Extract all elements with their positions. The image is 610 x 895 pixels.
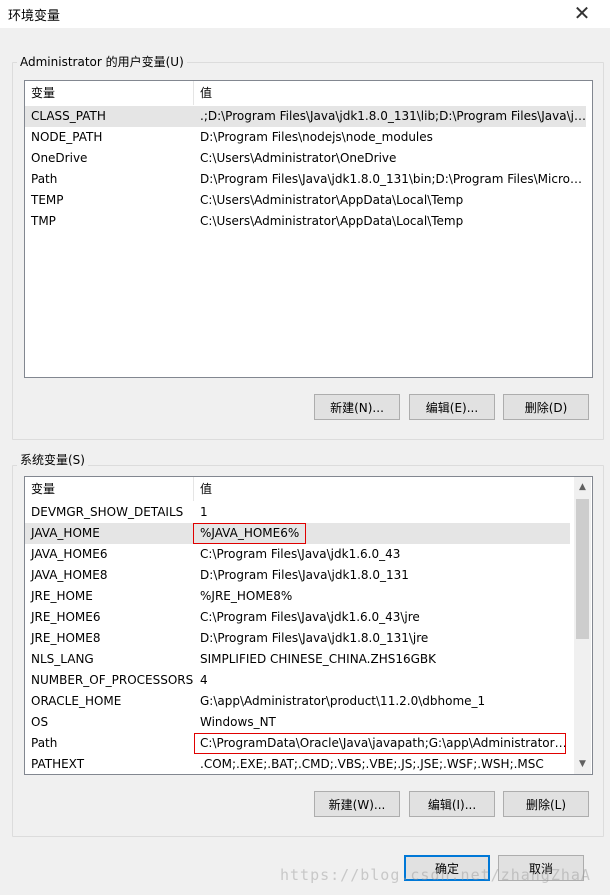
user-variables-list[interactable]: 变量 值 CLASS_PATH .;D:\Program Files\Java\j… [24,80,593,378]
variable-name: Path [31,736,58,750]
user-delete-button[interactable]: 删除(D) [503,394,589,420]
system-edit-button[interactable]: 编辑(I)... [409,791,495,817]
table-row[interactable]: JAVA_HOME6 C:\Program Files\Java\jdk1.6.0… [25,544,570,565]
table-row[interactable]: NUMBER_OF_PROCESSORS 4 [25,670,570,691]
variable-value: %JRE_HOME8% [200,589,293,603]
variable-value: C:\Users\Administrator\AppData\Local\Tem… [200,214,464,228]
variable-value: 1 [200,505,208,519]
list-header: 变量 值 [25,477,592,501]
system-variables-label: 系统变量(S) [17,451,88,468]
variable-name: OS [31,715,49,729]
table-row[interactable]: NLS_LANG SIMPLIFIED CHINESE_CHINA.ZHS16GB… [25,649,570,670]
variable-name: DEVMGR_SHOW_DETAILS [31,505,184,519]
variable-value: D:\Program Files\nodejs\node_modules [200,130,433,144]
variable-name: JRE_HOME8 [31,631,101,645]
variable-value: .COM;.EXE;.BAT;.CMD;.VBS;.VBE;.JS;.JSE;.… [200,757,544,771]
variable-name: NODE_PATH [31,130,103,144]
variable-value: Windows_NT [200,715,276,729]
variable-value: C:\Users\Administrator\AppData\Local\Tem… [200,193,464,207]
column-header-value[interactable]: 值 [194,477,212,501]
vertical-scrollbar[interactable]: ▲ ▼ [574,477,591,774]
variable-name: ORACLE_HOME [31,694,122,708]
table-row[interactable]: ORACLE_HOME G:\app\Administrator\product\… [25,691,570,712]
table-row[interactable]: DEVMGR_SHOW_DETAILS 1 [25,502,570,523]
table-row[interactable]: NODE_PATH D:\Program Files\nodejs\node_mo… [25,127,586,148]
column-header-variable[interactable]: 变量 [25,477,55,501]
variable-name: JAVA_HOME [31,526,100,540]
variable-value: D:\Program Files\Java\jdk1.8.0_131\bin;D… [200,172,586,186]
table-row[interactable]: Path C:\ProgramData\Oracle\Java\javapath;… [25,733,570,754]
scroll-up-icon[interactable]: ▲ [574,479,591,496]
table-row[interactable]: CLASS_PATH .;D:\Program Files\Java\jdk1.8… [25,106,586,127]
variable-value: G:\app\Administrator\product\11.2.0\dbho… [200,694,486,708]
system-delete-button[interactable]: 删除(L) [503,791,589,817]
system-variables-list[interactable]: 变量 值 DEVMGR_SHOW_DETAILS 1 JAVA_HOME %JAVA_… [24,476,593,775]
variable-name: CLASS_PATH [31,109,106,123]
table-row[interactable]: TMP C:\Users\Administrator\AppData\Local\… [25,211,586,232]
user-new-button[interactable]: 新建(N)... [314,394,400,420]
variable-value: %JAVA_HOME6% [200,526,300,540]
scrollbar-thumb[interactable] [576,499,589,639]
table-row[interactable]: PATHEXT .COM;.EXE;.BAT;.CMD;.VBS;.VBE;.JS… [25,754,570,774]
variable-name: JRE_HOME [31,589,93,603]
list-header: 变量 值 [25,81,592,105]
system-new-button[interactable]: 新建(W)... [314,791,400,817]
table-row[interactable]: JRE_HOME6 C:\Program Files\Java\jdk1.6.0_… [25,607,570,628]
variable-value: 4 [200,673,208,687]
table-row[interactable]: JRE_HOME8 D:\Program Files\Java\jdk1.8.0_… [25,628,570,649]
variable-name: NLS_LANG [31,652,94,666]
table-row[interactable]: JAVA_HOME8 D:\Program Files\Java\jdk1.8.0… [25,565,570,586]
variable-name: JRE_HOME6 [31,610,101,624]
table-row[interactable]: TEMP C:\Users\Administrator\AppData\Local… [25,190,586,211]
variable-value: D:\Program Files\Java\jdk1.8.0_131\jre [200,631,429,645]
variable-name: OneDrive [31,151,88,165]
variable-name: Path [31,172,58,186]
close-icon[interactable]: ✕ [562,0,602,28]
variable-value: C:\Program Files\Java\jdk1.6.0_43 [200,547,401,561]
scroll-down-icon[interactable]: ▼ [574,756,591,773]
variable-name: TMP [31,214,56,228]
table-row[interactable]: OneDrive C:\Users\Administrator\OneDrive [25,148,586,169]
variable-value: D:\Program Files\Java\jdk1.8.0_131 [200,568,409,582]
variable-value: .;D:\Program Files\Java\jdk1.8.0_131\lib… [200,109,586,123]
table-row[interactable]: OS Windows_NT [25,712,570,733]
variable-name: NUMBER_OF_PROCESSORS [31,673,194,687]
title-bar: 环境变量 ✕ [0,0,610,28]
variable-name: JAVA_HOME6 [31,547,108,561]
user-edit-button[interactable]: 编辑(E)... [409,394,495,420]
variable-name: JAVA_HOME8 [31,568,108,582]
watermark-text: https://blog.csdn.net/zhangZhaA [280,866,591,884]
variable-value: C:\ProgramData\Oracle\Java\javapath;G:\a… [200,736,570,750]
table-row[interactable]: JRE_HOME %JRE_HOME8% [25,586,570,607]
table-row[interactable]: Path D:\Program Files\Java\jdk1.8.0_131\b… [25,169,586,190]
variable-name: TEMP [31,193,64,207]
variable-value: C:\Users\Administrator\OneDrive [200,151,397,165]
column-header-variable[interactable]: 变量 [25,81,55,105]
window-title: 环境变量 [8,9,61,24]
table-row[interactable]: JAVA_HOME %JAVA_HOME6% [25,523,570,544]
column-header-value[interactable]: 值 [194,81,212,105]
variable-name: PATHEXT [31,757,85,771]
user-variables-label: Administrator 的用户变量(U) [17,53,187,70]
variable-value: SIMPLIFIED CHINESE_CHINA.ZHS16GBK [200,652,437,666]
variable-value: C:\Program Files\Java\jdk1.6.0_43\jre [200,610,420,624]
